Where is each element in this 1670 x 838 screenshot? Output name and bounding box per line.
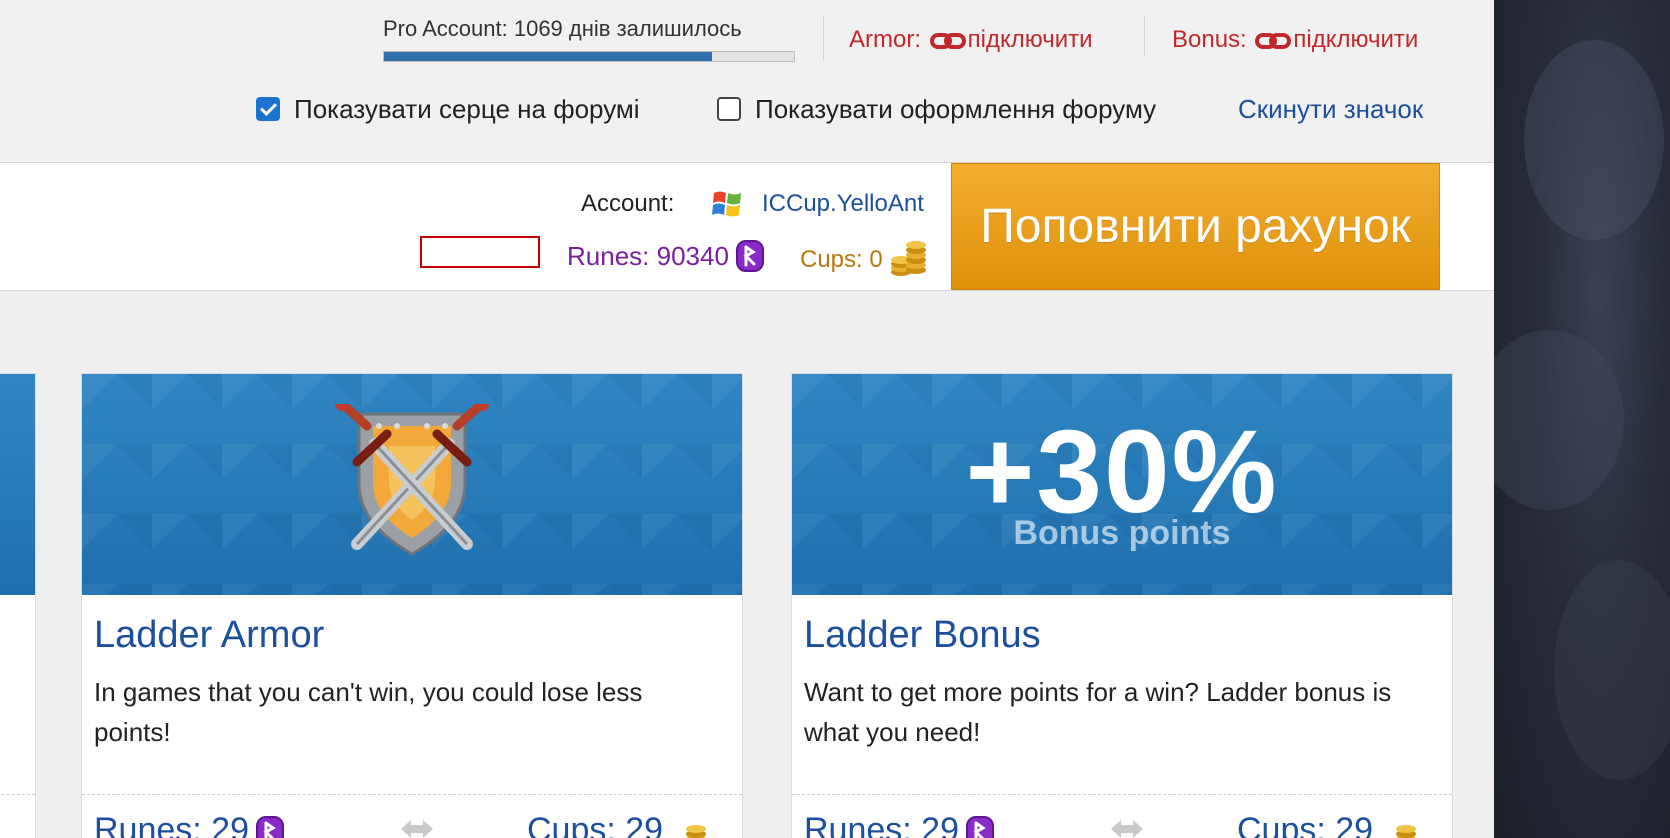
runes-balance-text: Runes: 90340	[567, 241, 729, 271]
cups-price-text: Cups: 29	[1237, 811, 1374, 838]
card-title[interactable]: Ladder Armor	[94, 614, 324, 657]
windows-flag-icon	[710, 187, 746, 221]
card-banner	[82, 374, 742, 595]
show-design-checkbox[interactable]	[717, 97, 741, 121]
armor-label: Armor:	[849, 26, 921, 53]
cups-price[interactable]: Cups: 29	[527, 811, 709, 838]
rune-icon	[735, 239, 765, 280]
runes-price-text: Runes: 29	[804, 811, 959, 838]
bonus-connect-link[interactable]: підключити	[1293, 26, 1418, 53]
card-description: Want to get more points for a win? Ladde…	[804, 677, 1392, 747]
show-heart-option[interactable]: Показувати серце на форумі	[256, 94, 640, 125]
bonus-status[interactable]: Bonus: підключити	[1172, 26, 1418, 57]
product-card-partial	[0, 373, 36, 838]
divider	[823, 16, 824, 61]
pro-account-label: Pro Account: 1069 днів залишилось	[383, 16, 742, 41]
card-description: In games that you can't win, you could l…	[94, 677, 643, 747]
cups-balance: Cups: 0	[800, 239, 929, 284]
show-design-option[interactable]: Показувати оформлення форуму	[717, 94, 1156, 125]
runes-price[interactable]: Runes: 29	[804, 811, 995, 838]
broken-link-icon	[929, 29, 966, 57]
account-bar: Account: ICCup.YelloAnt Runes: 90340 Cup…	[0, 163, 1494, 291]
background-artwork	[1494, 0, 1670, 838]
swap-arrows-icon	[1107, 814, 1147, 838]
divider	[1144, 16, 1145, 56]
runes-price[interactable]: Runes: 29	[94, 811, 285, 838]
bonus-points-text: Bonus points	[1013, 514, 1231, 552]
show-heart-label: Показувати серце на форумі	[294, 94, 640, 124]
artwork-shape	[1524, 40, 1664, 240]
main-area: Pro Account: 1069 днів залишилось Armor:…	[0, 0, 1494, 838]
coins-icon	[669, 813, 709, 838]
coins-icon	[1379, 813, 1419, 838]
artwork-shape	[1554, 560, 1670, 780]
top-settings-bar: Pro Account: 1069 днів залишилось Armor:…	[0, 0, 1494, 163]
show-design-label: Показувати оформлення форуму	[755, 94, 1157, 124]
armor-status[interactable]: Armor: підключити	[849, 26, 1093, 57]
highlight-box	[420, 236, 540, 268]
broken-link-icon	[1255, 29, 1292, 57]
card-banner: +30% Bonus points	[792, 374, 1452, 595]
coins-icon	[889, 239, 929, 284]
show-heart-checkbox[interactable]	[256, 97, 280, 121]
runes-price-text: Runes: 29	[94, 811, 249, 838]
cups-price-text: Cups: 29	[527, 811, 664, 838]
rune-icon	[255, 815, 285, 838]
cups-balance-text: Cups: 0	[800, 246, 883, 273]
card-banner	[0, 374, 35, 595]
artwork-shape	[1494, 330, 1624, 510]
card-divider	[792, 794, 1452, 795]
product-card-ladder-armor[interactable]: Ladder Armor In games that you can't win…	[81, 373, 743, 838]
bonus-label: Bonus:	[1172, 26, 1247, 53]
topup-button[interactable]: Поповнити рахунок	[951, 163, 1440, 290]
product-card-ladder-bonus[interactable]: +30% Bonus points Ladder Bonus Want to g…	[791, 373, 1453, 838]
card-divider	[0, 794, 35, 795]
cups-price[interactable]: Cups: 29	[1237, 811, 1419, 838]
pro-account-progress	[383, 51, 795, 62]
armor-connect-link[interactable]: підключити	[968, 26, 1093, 53]
crossed-swords-shield-icon	[327, 397, 497, 569]
card-title[interactable]: Ladder Bonus	[804, 614, 1041, 657]
reset-badge-link[interactable]: Скинути значок	[1238, 94, 1423, 125]
pro-account-progress-fill	[384, 52, 712, 61]
runes-balance: Runes: 90340	[567, 239, 765, 280]
account-label: Account:	[581, 190, 675, 217]
swap-arrows-icon	[397, 814, 437, 838]
account-name-link[interactable]: ICCup.YelloAnt	[762, 190, 924, 218]
rune-icon	[965, 815, 995, 838]
card-divider	[82, 794, 742, 795]
